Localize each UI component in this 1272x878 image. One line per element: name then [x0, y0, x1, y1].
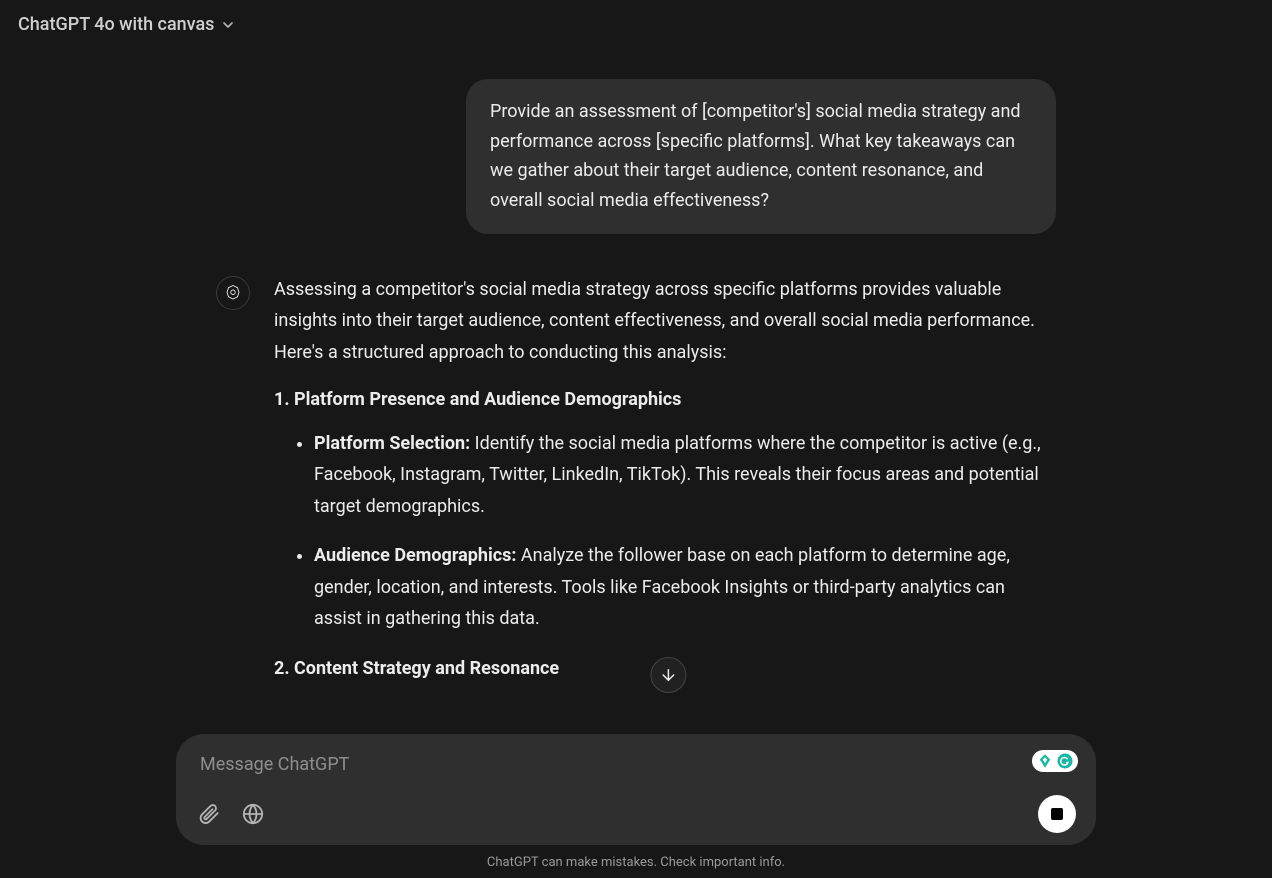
user-message-text: Provide an assessment of [competitor's] …	[490, 101, 1021, 211]
bullet-label: Platform Selection:	[314, 433, 470, 454]
chevron-down-icon	[220, 17, 236, 33]
list-item: Audience Demographics: Analyze the follo…	[314, 540, 1056, 635]
composer[interactable]: Message ChatGPT	[176, 734, 1096, 845]
scroll-to-bottom-button[interactable]	[650, 657, 686, 693]
stop-button[interactable]	[1038, 795, 1076, 833]
header-bar: ChatGPT 4o with canvas	[0, 0, 1272, 49]
section-1-list: Platform Selection: Identify the social …	[274, 428, 1056, 635]
user-message-bubble: Provide an assessment of [competitor's] …	[466, 79, 1056, 234]
diamond-icon	[1036, 752, 1054, 770]
assistant-avatar	[216, 276, 250, 310]
extension-badges[interactable]	[1032, 750, 1078, 772]
grammarly-icon	[1056, 752, 1074, 770]
bullet-label: Audience Demographics:	[314, 545, 516, 566]
openai-icon	[224, 284, 242, 302]
attach-button[interactable]	[196, 801, 222, 827]
paperclip-icon	[198, 803, 220, 825]
assistant-intro: Assessing a competitor's social media st…	[274, 274, 1056, 369]
composer-area: Message ChatGPT ChatGPT can make mistake…	[0, 734, 1272, 878]
composer-left-tools	[196, 801, 266, 827]
model-selector[interactable]: ChatGPT 4o with canvas	[18, 14, 236, 35]
message-input[interactable]: Message ChatGPT	[196, 752, 1076, 795]
stop-icon	[1051, 808, 1063, 820]
model-label: ChatGPT 4o with canvas	[18, 14, 214, 35]
list-item: Platform Selection: Identify the social …	[314, 428, 1056, 523]
globe-icon	[242, 803, 264, 825]
assistant-message: Assessing a competitor's social media st…	[216, 274, 1056, 697]
section-heading-1: 1. Platform Presence and Audience Demogr…	[274, 384, 1056, 416]
web-button[interactable]	[240, 801, 266, 827]
composer-toolbar	[196, 795, 1076, 833]
assistant-content: Assessing a competitor's social media st…	[274, 274, 1056, 697]
disclaimer-text: ChatGPT can make mistakes. Check importa…	[0, 855, 1272, 870]
arrow-down-icon	[659, 666, 677, 684]
